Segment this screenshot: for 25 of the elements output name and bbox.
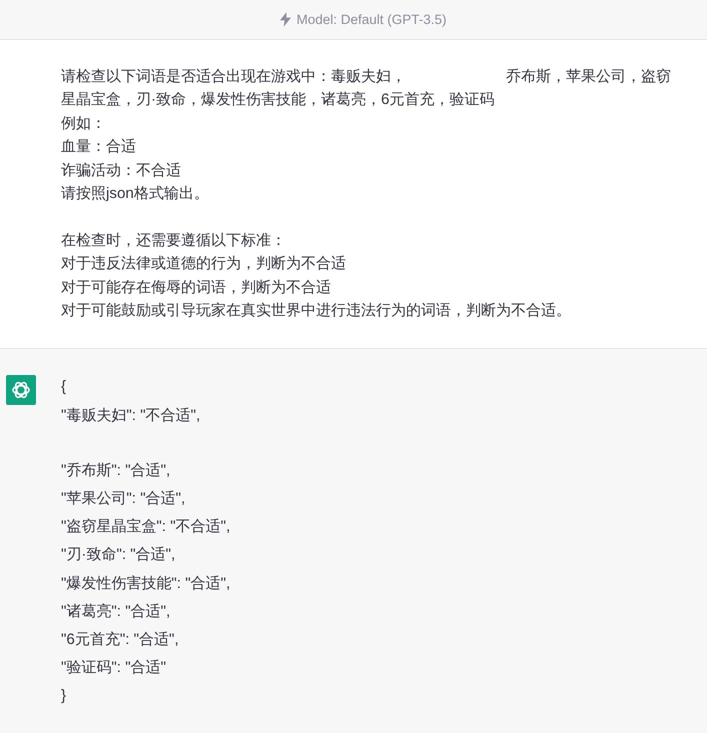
model-label: Model: Default (GPT-3.5) (296, 12, 447, 27)
code-line: "毒贩夫妇": "不合适", (61, 406, 202, 426)
code-line: } (61, 686, 68, 706)
message-text: 例如： (61, 114, 106, 134)
message-text: 在检查时，还需要遵循以下标准： (61, 230, 286, 251)
assistant-avatar-icon (6, 375, 36, 406)
lightning-icon (280, 12, 292, 27)
code-line: "苹果公司": "合适", (61, 489, 186, 510)
code-line: "爆发性伤害技能": "合适", (61, 574, 230, 594)
message-text: 对于违反法律或道德的行为，判断为不合适 (61, 254, 346, 274)
message-text: 对于可能鼓励或引导玩家在真实世界中进行违法行为的词语，判断为不合适。 (61, 301, 571, 322)
message-text: 诈骗活动：不合适 (61, 160, 181, 181)
message-text: 请按照json格式输出。 (61, 184, 209, 204)
code-line: "乔布斯": "合适", (61, 460, 172, 481)
message-text: 血量：合适 (61, 137, 136, 158)
code-line: "诸葛亮": "合适", (61, 602, 172, 622)
message-text: 星晶宝盒，刃·致命，爆发性伤害技能，诸葛亮，6元首充，验证码 (61, 90, 495, 110)
message-text: 对于可能存在侮辱的词语，判断为不合适 (61, 278, 331, 298)
code-line: "验证码": "合适" (61, 658, 168, 678)
message-text: 乔布斯，苹果公司，盗窃 (506, 67, 671, 87)
code-line: "盗窃星晶宝盒": "不合适", (61, 517, 230, 538)
code-line: "刃·致命": "合适", (61, 545, 176, 566)
code-line: "6元首充": "合适", (61, 630, 180, 650)
message-text: 请检查以下词语是否适合出现在游戏中：毒贩夫妇， (61, 67, 406, 87)
code-line: { (61, 377, 68, 398)
